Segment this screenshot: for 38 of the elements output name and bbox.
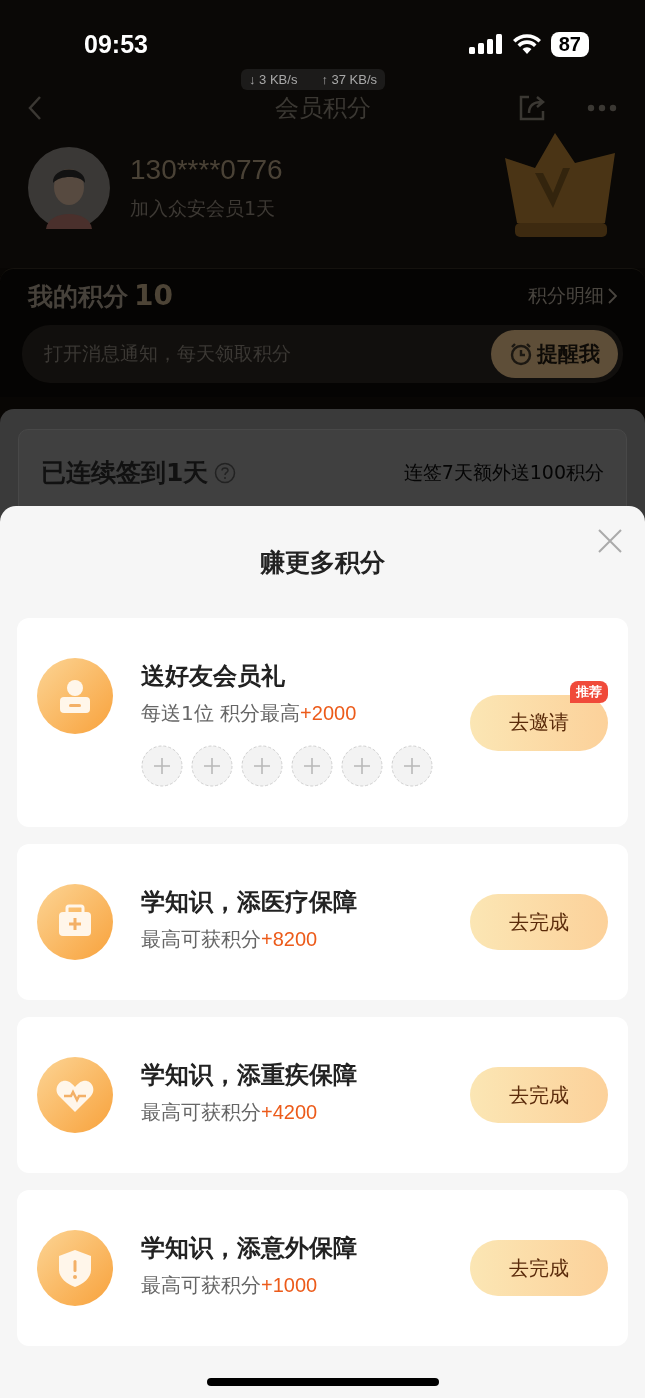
task-title: 学知识，添医疗保障	[141, 887, 358, 918]
chevron-right-icon[interactable]	[608, 288, 617, 304]
status-time: 09:53	[84, 29, 148, 59]
task-button[interactable]: 去完成	[470, 1067, 608, 1123]
task-button[interactable]: 去完成	[470, 1240, 608, 1296]
reward-text: 最高可获积分+8200	[141, 926, 319, 953]
task-title: 学知识，添重疾保障	[141, 1060, 358, 1091]
alarm-clock-icon	[509, 342, 533, 366]
person-icon	[37, 658, 113, 734]
wifi-icon	[512, 34, 541, 54]
reward-text: 每送1位 积分最高+2000	[141, 700, 358, 727]
task-button[interactable]: 去完成	[470, 894, 608, 950]
add-friend-slot-icon[interactable]	[341, 745, 383, 787]
task-title: 送好友会员礼	[141, 661, 286, 692]
share-icon[interactable]	[517, 93, 547, 123]
battery-indicator: 87	[550, 31, 589, 57]
close-icon[interactable]	[597, 528, 623, 554]
help-icon[interactable]	[214, 461, 237, 484]
phone-number: 130****0776	[130, 154, 284, 186]
shield-icon	[37, 1230, 113, 1306]
upload-speed: ↑ 37 KB/s	[321, 72, 378, 87]
signin-hint: 连签7天额外送100积分	[403, 459, 604, 485]
add-friend-slot-icon[interactable]	[291, 745, 333, 787]
reward-text: 最高可获积分+4200	[141, 1099, 319, 1126]
medical-kit-icon	[37, 884, 113, 960]
task-title: 学知识，添意外保障	[141, 1233, 358, 1264]
sheet-title: 赚更多积分	[260, 546, 385, 579]
add-friend-slot-icon[interactable]	[191, 745, 233, 787]
add-friend-slot-icon[interactable]	[241, 745, 283, 787]
add-friend-slot-icon[interactable]	[141, 745, 183, 787]
download-speed: ↓ 3 KB/s	[249, 72, 298, 87]
recommend-badge: 推荐	[570, 680, 608, 703]
more-icon[interactable]	[587, 104, 617, 112]
add-friend-slot-icon[interactable]	[391, 745, 433, 787]
reward-text: 最高可获积分+1000	[141, 1272, 319, 1299]
back-icon[interactable]	[28, 95, 42, 121]
points-label: 我的积分 10	[28, 279, 173, 313]
signal-icon	[468, 34, 503, 54]
